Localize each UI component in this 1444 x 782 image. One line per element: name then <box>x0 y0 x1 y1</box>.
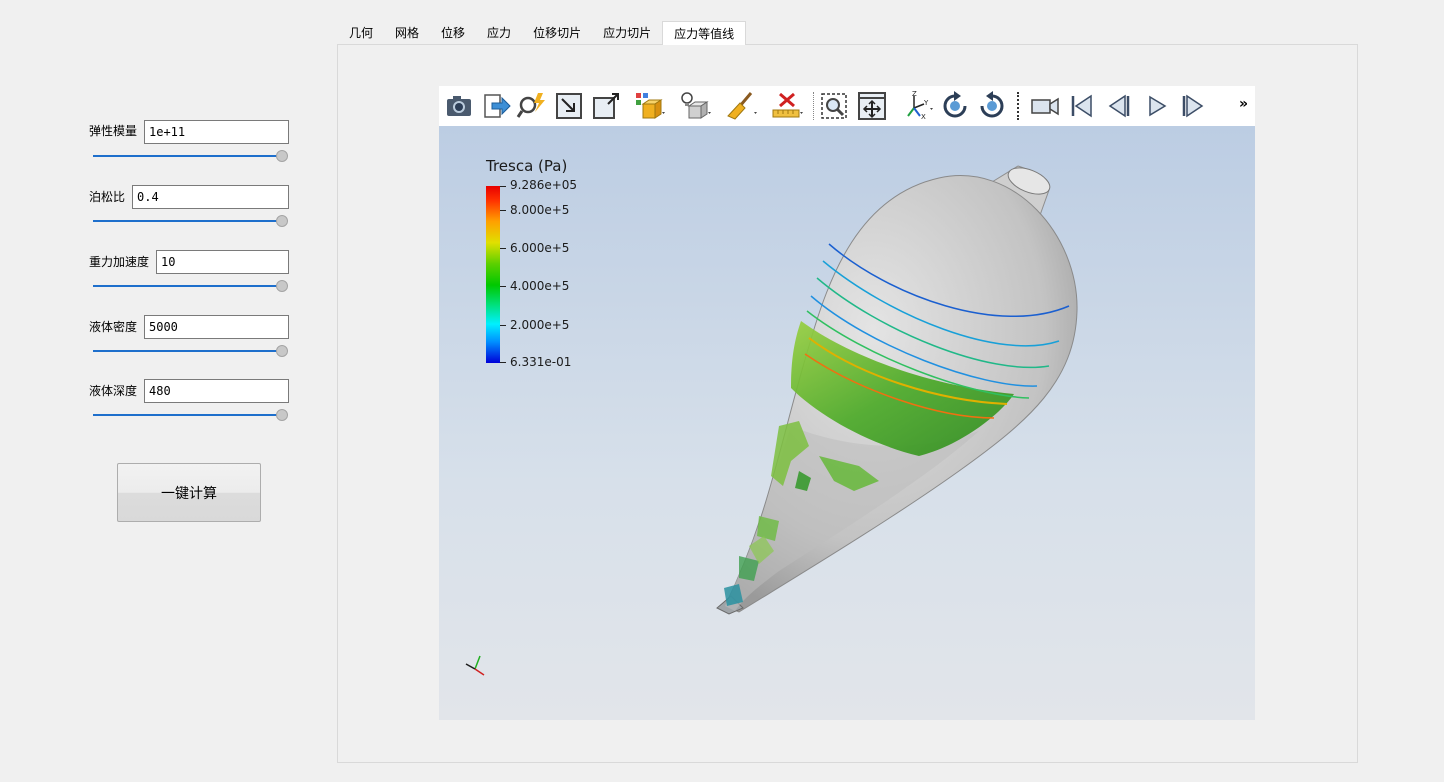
color-legend-tick <box>500 325 506 326</box>
poisson-ratio-slider[interactable] <box>93 214 289 228</box>
camera-link-icon[interactable] <box>1029 90 1061 122</box>
tank-body <box>716 165 1078 615</box>
interaction-mode-icon[interactable] <box>856 90 888 122</box>
color-legend-label: 8.000e+5 <box>510 203 570 217</box>
export-icon[interactable] <box>480 90 512 122</box>
slider-handle[interactable] <box>276 150 288 162</box>
tab-displacement-slice[interactable]: 位移切片 <box>522 21 592 44</box>
liquid-density-slider[interactable] <box>93 344 289 358</box>
slider-handle[interactable] <box>276 409 288 421</box>
find-data-icon[interactable] <box>516 90 548 122</box>
toggle-view-icon[interactable] <box>633 90 665 122</box>
last-frame-icon[interactable] <box>1177 90 1209 122</box>
tab-mesh[interactable]: 网格 <box>384 21 430 44</box>
gravity-label: 重力加速度 <box>89 255 150 269</box>
tab-bar: 几何 网格 位移 应力 位移切片 应力切片 应力等值线 <box>338 21 747 45</box>
rotate-cw-icon[interactable] <box>976 90 1008 122</box>
color-legend-bar <box>486 186 500 363</box>
gravity-input[interactable]: 10 <box>156 250 289 274</box>
liquid-density-input[interactable]: 5000 <box>144 315 289 339</box>
tab-displacement[interactable]: 位移 <box>430 21 476 44</box>
orientation-axes-icon[interactable]: ZYX <box>902 90 934 122</box>
poisson-ratio-label: 泊松比 <box>89 190 126 204</box>
clear-icon[interactable] <box>725 90 757 122</box>
slider-handle[interactable] <box>276 215 288 227</box>
liquid-depth-slider[interactable] <box>93 408 289 422</box>
toolbar-separator <box>1017 92 1019 120</box>
svg-text:Y: Y <box>923 99 929 107</box>
toolbar-separator <box>813 92 815 120</box>
color-legend-tick <box>500 362 506 363</box>
color-legend-tick <box>500 248 506 249</box>
3d-viewer: ZYX » Tresca (Pa) 9.286e+05 8.000e+5 6.0… <box>439 86 1255 720</box>
color-legend-tick <box>500 186 506 187</box>
elastic-modulus-input[interactable]: 1e+11 <box>144 120 289 144</box>
color-legend-label: 9.286e+05 <box>510 178 578 192</box>
gravity-slider[interactable] <box>93 279 289 293</box>
elastic-modulus-slider[interactable] <box>93 149 289 163</box>
color-legend-label: 2.000e+5 <box>510 318 570 332</box>
color-legend-label: 4.000e+5 <box>510 279 570 293</box>
tab-stress-contour[interactable]: 应力等值线 <box>662 21 747 45</box>
ruler-icon[interactable] <box>771 90 803 122</box>
orientation-triad <box>465 655 485 676</box>
tab-stress[interactable]: 应力 <box>476 21 522 44</box>
rotate-ccw-icon[interactable] <box>939 90 971 122</box>
poisson-ratio-input[interactable]: 0.4 <box>132 185 289 209</box>
color-legend-label: 6.331e-01 <box>510 355 572 369</box>
first-frame-icon[interactable] <box>1066 90 1098 122</box>
liquid-depth-input[interactable]: 480 <box>144 379 289 403</box>
camera-icon[interactable] <box>443 90 475 122</box>
reset-camera-icon[interactable] <box>553 90 585 122</box>
viewer-toolbar: ZYX » <box>439 86 1255 126</box>
slider-handle[interactable] <box>276 345 288 357</box>
liquid-depth-label: 液体深度 <box>89 384 138 398</box>
svg-text:Z: Z <box>912 90 917 98</box>
zoom-to-box-icon[interactable] <box>818 90 850 122</box>
color-legend-tick <box>500 286 506 287</box>
tab-stress-slice[interactable]: 应力切片 <box>592 21 662 44</box>
previous-frame-icon[interactable] <box>1103 90 1135 122</box>
liquid-density-label: 液体密度 <box>89 320 138 334</box>
color-legend-title: Tresca (Pa) <box>486 157 568 175</box>
svg-text:X: X <box>921 113 926 121</box>
compute-button[interactable]: 一键计算 <box>117 463 261 522</box>
render-view[interactable]: Tresca (Pa) 9.286e+05 8.000e+5 6.000e+5 … <box>439 126 1255 720</box>
zoom-to-data-icon[interactable] <box>590 90 622 122</box>
toolbar-overflow-button[interactable]: » <box>1239 96 1248 112</box>
light-kit-icon[interactable] <box>679 90 711 122</box>
app-window: 弹性模量 1e+11 泊松比 0.4 重力加速度 10 液体密度 5000 液体… <box>0 0 1444 782</box>
color-legend-tick <box>500 210 506 211</box>
elastic-modulus-label: 弹性模量 <box>89 124 138 138</box>
play-icon[interactable] <box>1140 90 1172 122</box>
color-legend-label: 6.000e+5 <box>510 241 570 255</box>
tab-geometry[interactable]: 几何 <box>338 21 384 44</box>
slider-handle[interactable] <box>276 280 288 292</box>
